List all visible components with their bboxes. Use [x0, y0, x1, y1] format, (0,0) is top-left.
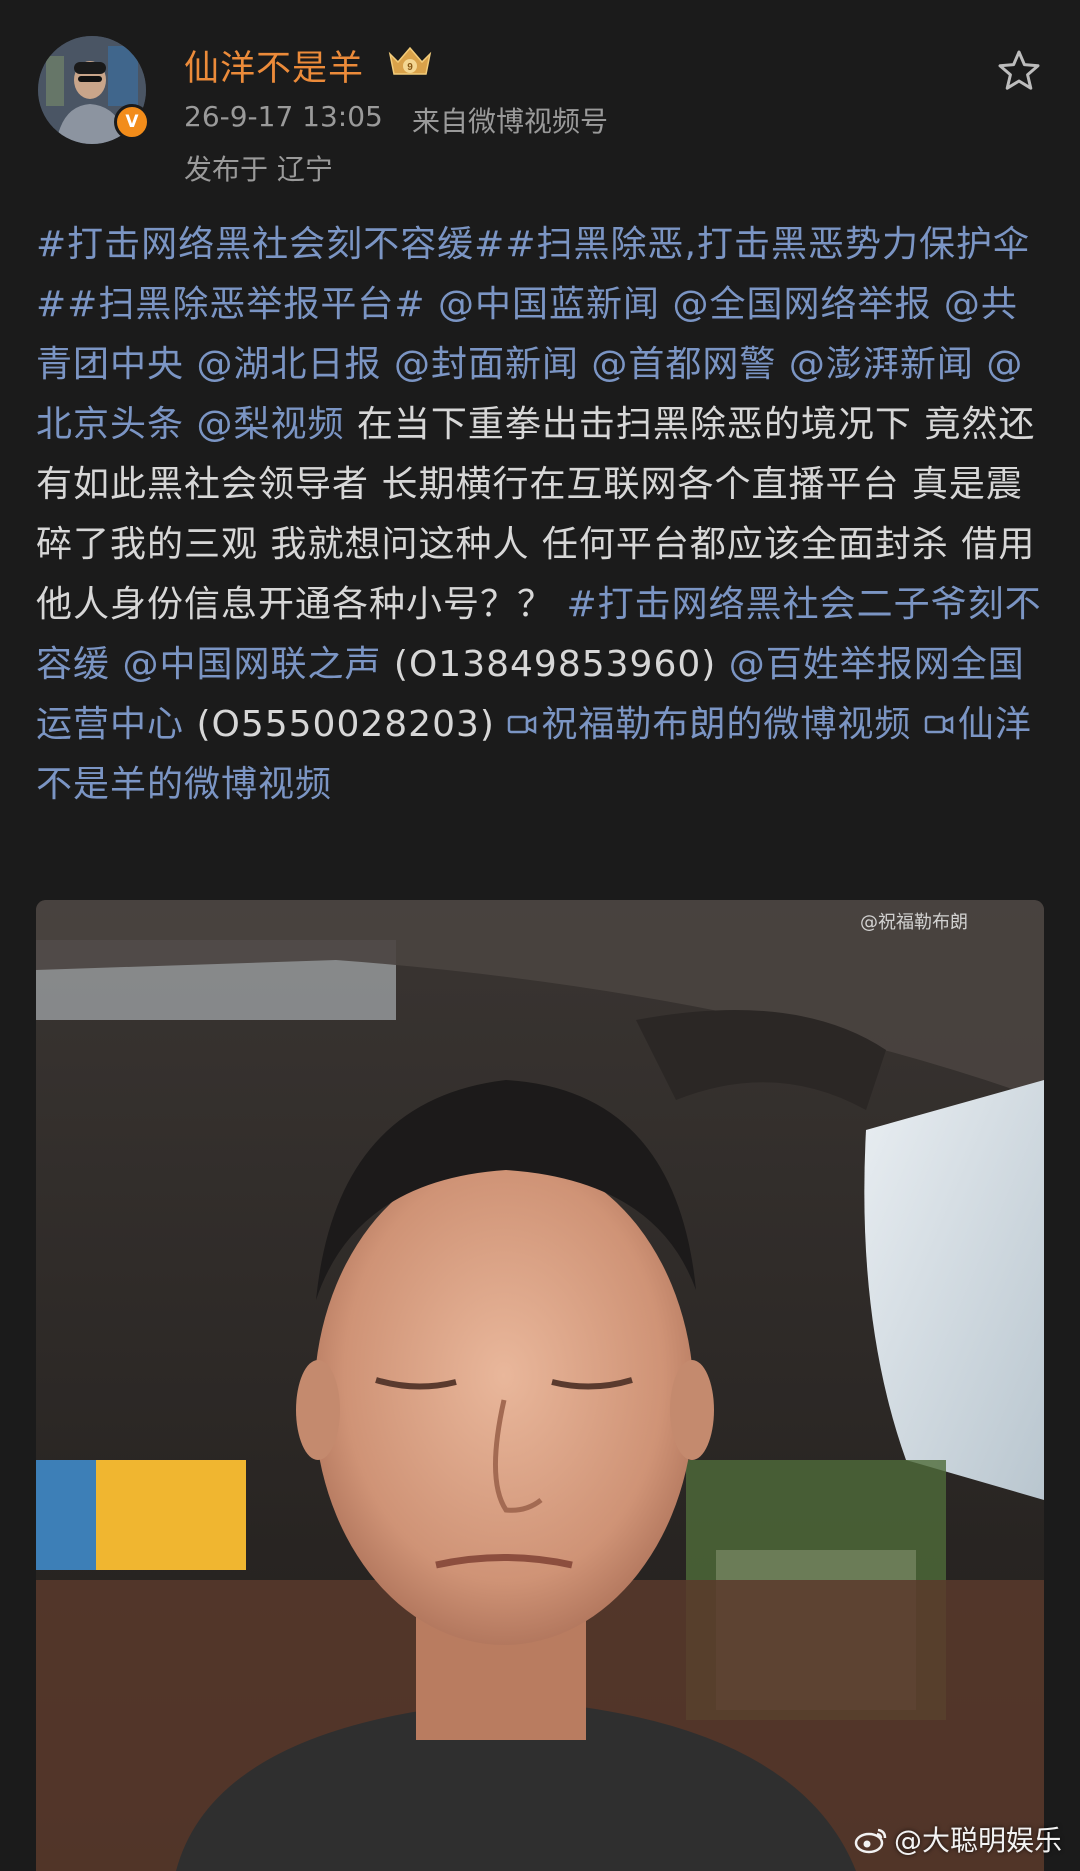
post-text-fragment — [184, 404, 196, 445]
post-text-fragment — [184, 344, 196, 385]
vip-crown-icon: 9 — [388, 46, 432, 75]
post-text-fragment — [660, 284, 672, 325]
post-location: 发布于 辽宁 — [184, 153, 333, 186]
mention-link[interactable]: @中国蓝新闻 — [438, 284, 660, 325]
post-text-fragment — [776, 344, 788, 385]
video-link-label: 祝福勒布朗的微博视频 — [541, 704, 912, 745]
footer-watermark-text: @大聪明娱乐 — [893, 1824, 1062, 1857]
hashtag-link[interactable]: #扫黑除恶举报平台# — [67, 284, 425, 325]
post-text-fragment — [579, 344, 591, 385]
mention-link[interactable]: @梨视频 — [196, 404, 344, 445]
post-text-fragment: (O5550028203) — [184, 704, 508, 745]
post-source[interactable]: 来自微博视频号 — [412, 100, 608, 140]
post-text-fragment — [974, 344, 986, 385]
mention-link[interactable]: @中国网联之声 — [122, 644, 381, 685]
post-text-fragment — [110, 644, 122, 685]
author-name[interactable]: 仙洋不是羊 — [184, 40, 364, 91]
video-icon — [508, 715, 537, 735]
post-time: 26-9-17 13:05 — [184, 100, 383, 133]
video-frame — [36, 900, 1044, 1871]
mention-link[interactable]: @湖北日报 — [196, 344, 381, 385]
weibo-post: V 仙洋不是羊 9 26-9-17 13:05 来自微博视频号 发布于 辽宁 #… — [0, 0, 1080, 1871]
post-text-fragment — [381, 344, 393, 385]
avatar[interactable]: V — [38, 36, 150, 144]
mention-link[interactable]: @全国网络举报 — [672, 284, 931, 325]
verified-badge: V — [114, 104, 150, 140]
post-text-fragment — [426, 284, 438, 325]
mention-link[interactable]: @封面新闻 — [394, 344, 579, 385]
weibo-icon — [854, 1828, 887, 1854]
mention-link[interactable]: @澎湃新闻 — [789, 344, 974, 385]
video-icon — [924, 715, 954, 735]
star-icon[interactable] — [996, 48, 1042, 94]
post-content: #打击网络黑社会刻不容缓##扫黑除恶,打击黑恶势力保护伞##扫黑除恶举报平台# … — [36, 215, 1046, 815]
video-watermark: @祝福勒布朗 — [860, 912, 968, 933]
mention-link[interactable]: @首都网警 — [591, 344, 776, 385]
post-text-fragment — [911, 704, 923, 745]
footer-watermark: @大聪明娱乐 — [854, 1819, 1062, 1859]
vip-level: 9 — [407, 62, 413, 73]
post-text-fragment: (O13849853960) — [381, 644, 729, 685]
video-link[interactable]: 祝福勒布朗的微博视频 — [507, 704, 911, 745]
post-text-fragment — [931, 284, 943, 325]
video-player[interactable]: @祝福勒布朗 — [36, 900, 1044, 1871]
hashtag-link[interactable]: #打击网络黑社会刻不容缓# — [36, 224, 505, 265]
